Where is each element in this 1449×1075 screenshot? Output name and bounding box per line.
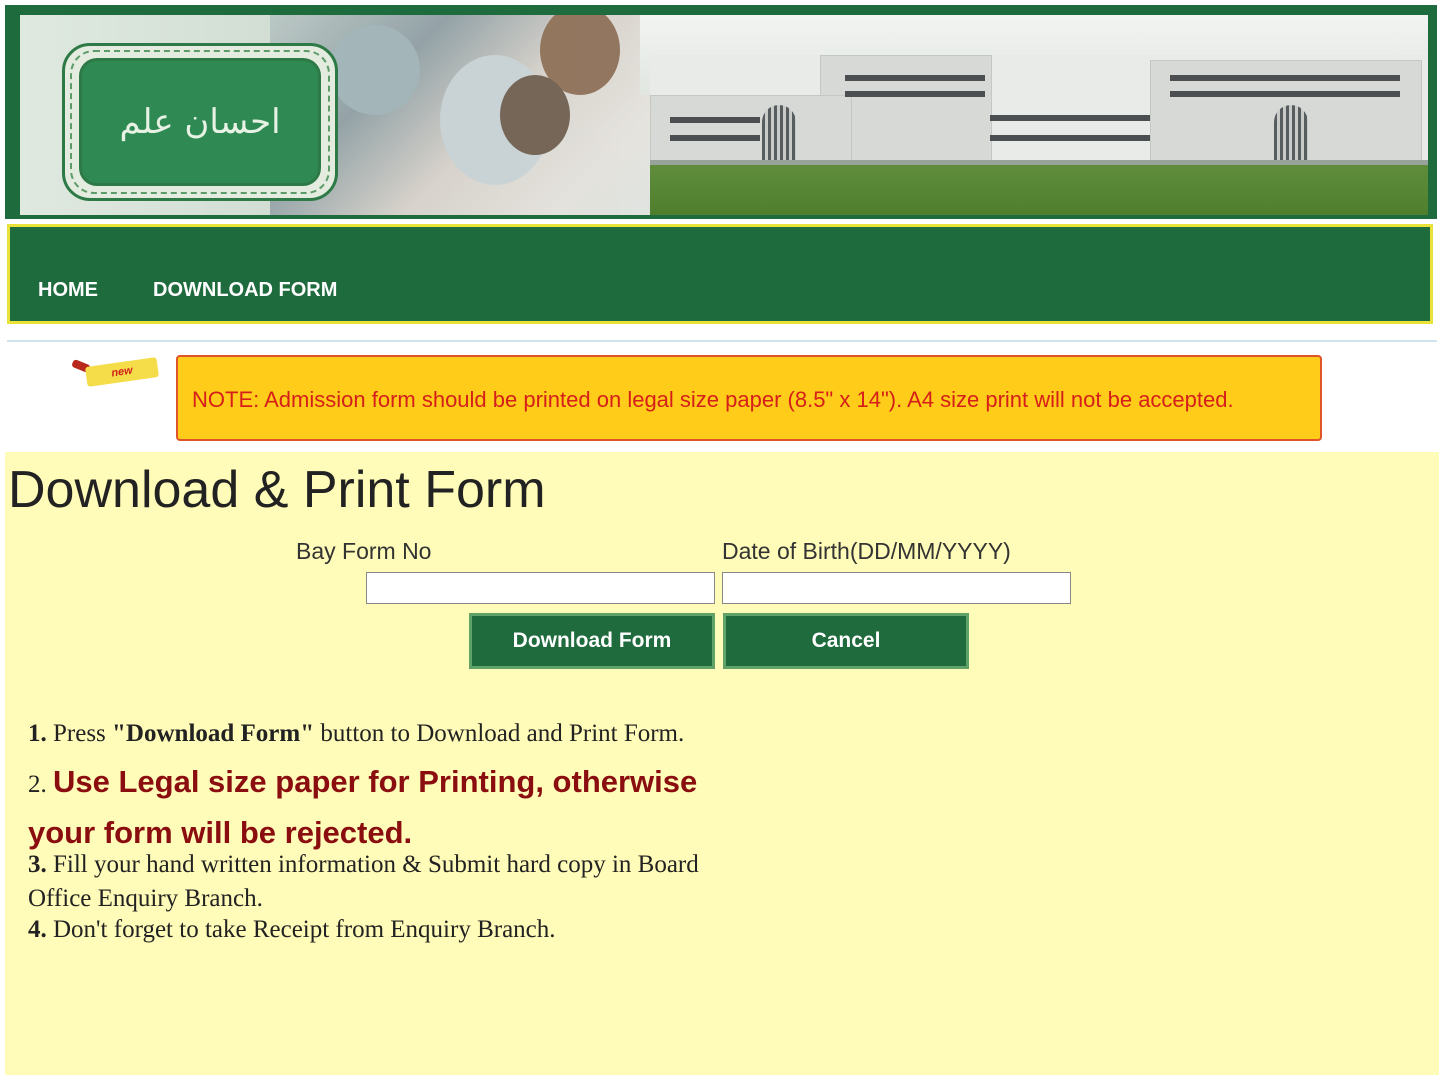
cancel-button[interactable]: Cancel (723, 613, 969, 669)
nav-divider (7, 340, 1437, 342)
emblem-calligraphy: احسان علم (119, 102, 281, 142)
dob-label: Date of Birth(DD/MM/YYYY) (722, 538, 1011, 564)
board-emblem-logo: احسان علم (62, 43, 338, 201)
bay-form-label: Bay Form No (296, 538, 432, 564)
bay-form-input[interactable] (366, 572, 715, 604)
dob-input[interactable] (722, 572, 1071, 604)
notice-text: NOTE: Admission form should be printed o… (192, 387, 1234, 412)
header-banner: احسان علم (5, 5, 1437, 219)
instruction-4: 4. Don't forget to take Receipt from Enq… (28, 916, 556, 943)
page-title: Download & Print Form (8, 461, 546, 519)
nav-download-form-link[interactable]: DOWNLOAD FORM (153, 279, 337, 302)
new-badge-icon: new (70, 357, 162, 387)
top-nav: HOME DOWNLOAD FORM (7, 224, 1433, 324)
banner-lawn (650, 165, 1428, 215)
instruction-3: 3. Fill your hand written information & … (28, 851, 699, 912)
banner-image: احسان علم (20, 15, 1428, 215)
instruction-1: 1. Press "Download Form" button to Downl… (28, 720, 685, 747)
legal-size-notice: NOTE: Admission form should be printed o… (176, 355, 1322, 441)
download-form-button[interactable]: Download Form (469, 613, 715, 669)
instruction-2-warning: 2. Use Legal size paper for Printing, ot… (28, 764, 698, 850)
banner-building (650, 55, 1428, 175)
nav-home-link[interactable]: HOME (38, 279, 98, 302)
